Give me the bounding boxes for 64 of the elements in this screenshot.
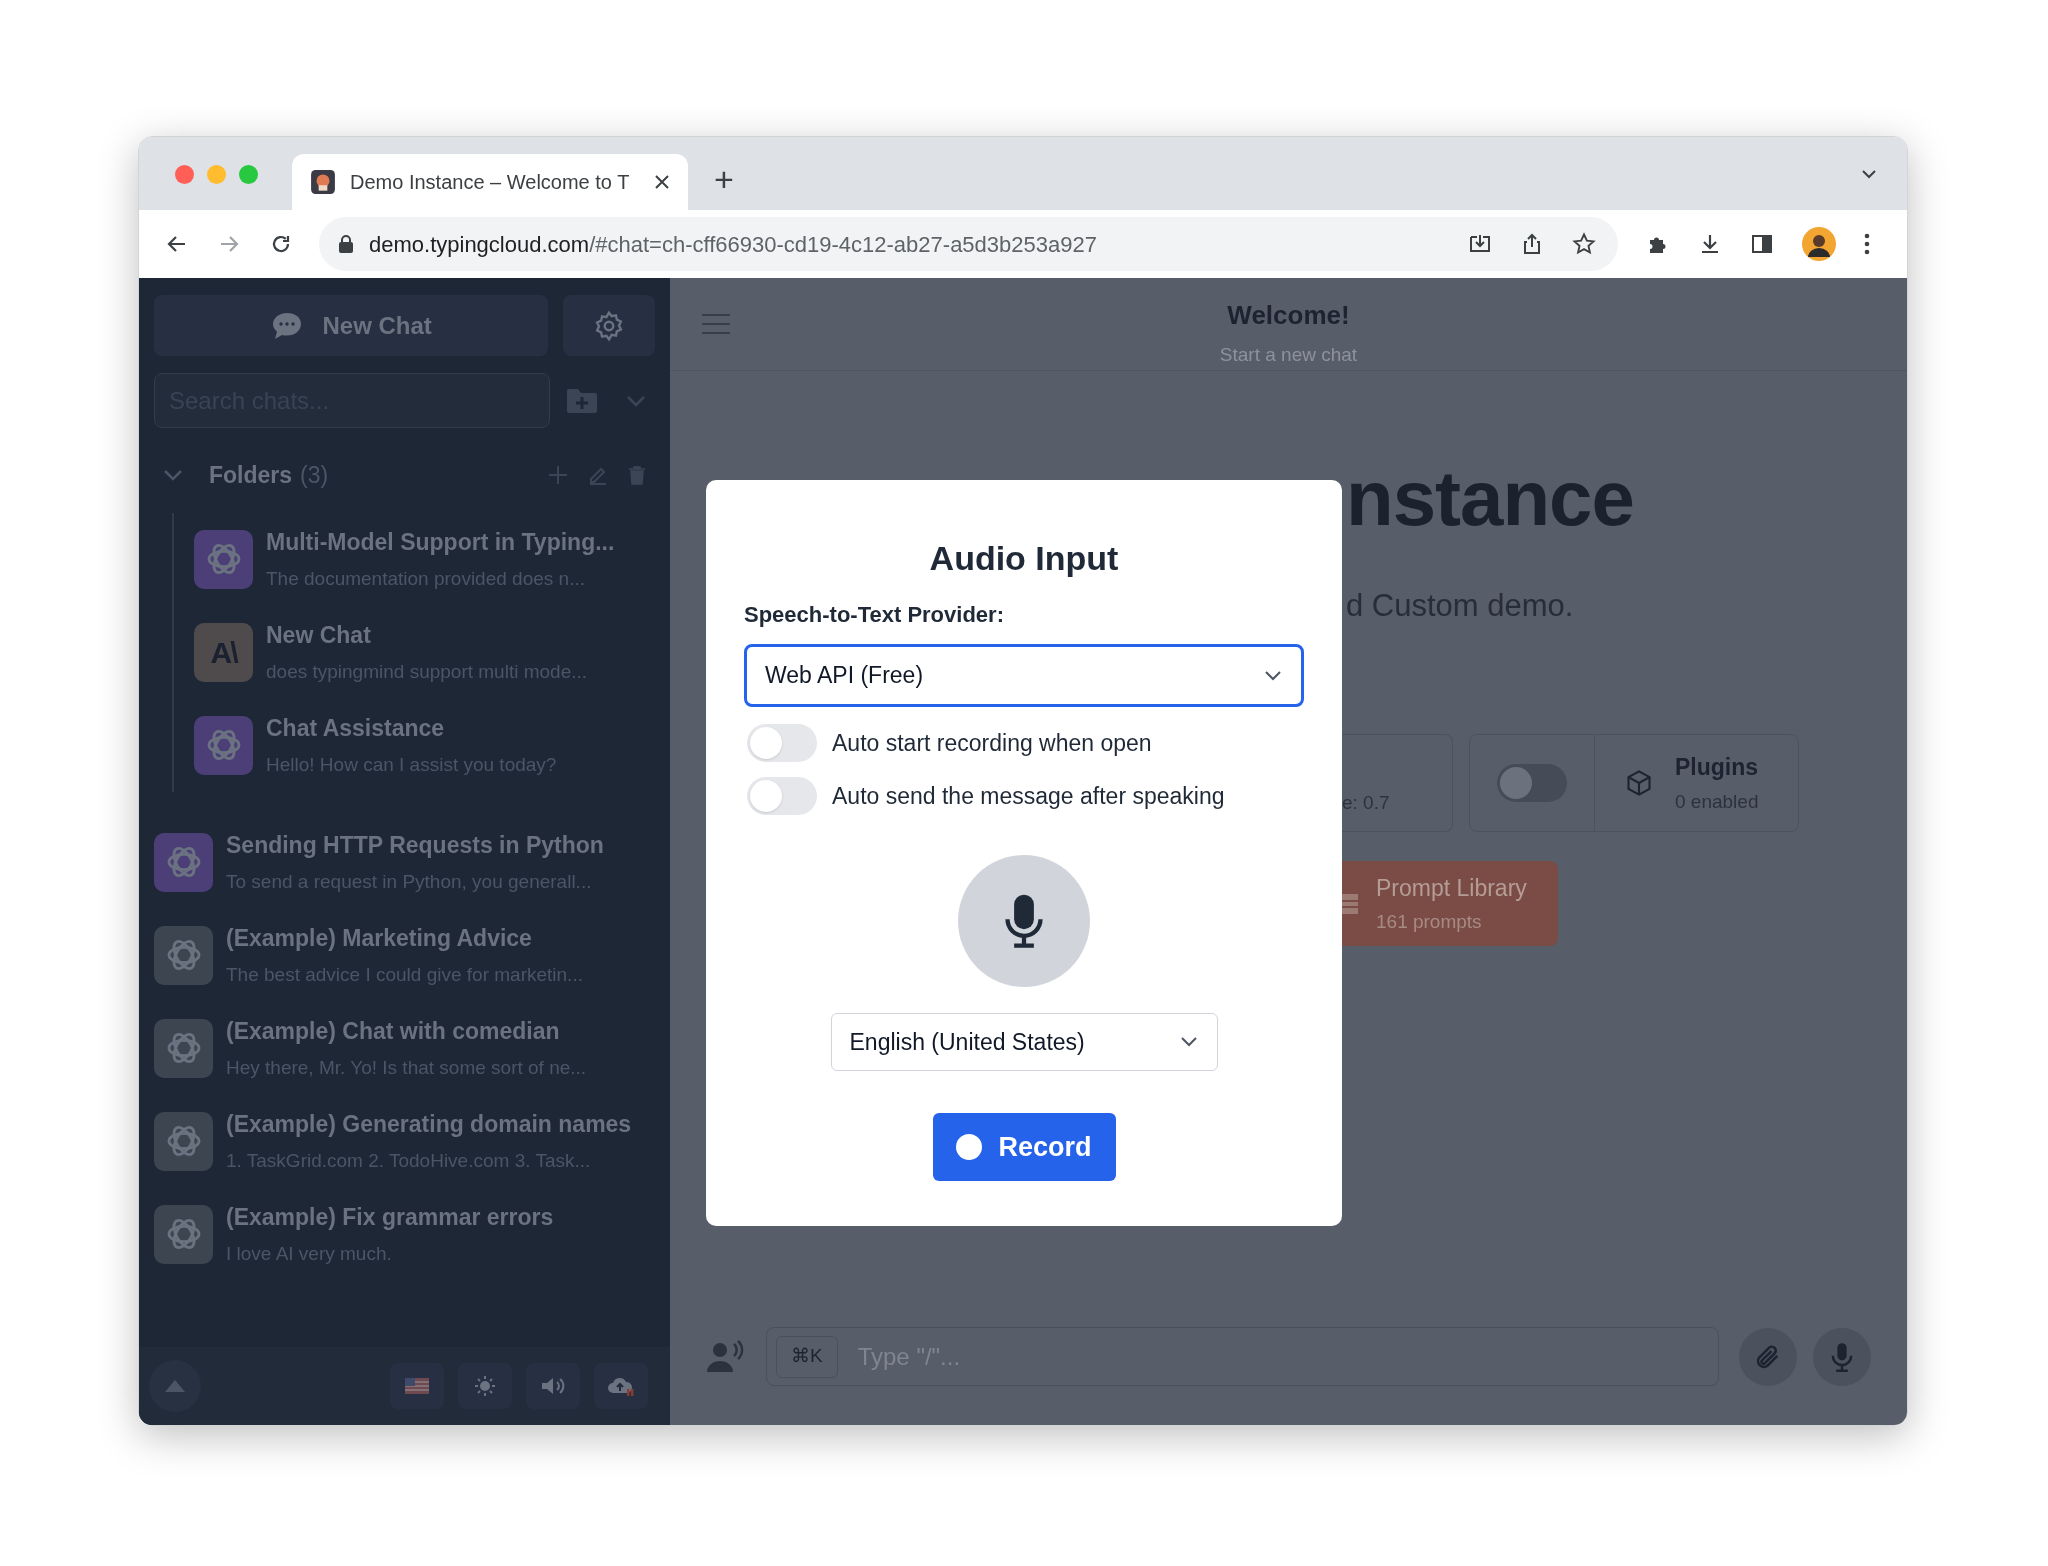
cloud-upload-icon bbox=[607, 1375, 635, 1397]
toggle-switch[interactable] bbox=[747, 724, 817, 762]
card-title: Plugins bbox=[1675, 752, 1759, 782]
chat-title[interactable]: Chat Assistance bbox=[266, 710, 557, 745]
more-icon[interactable] bbox=[1864, 233, 1870, 255]
chevron-down-icon bbox=[1178, 1035, 1199, 1049]
dialog-title: Audio Input bbox=[929, 538, 1119, 579]
favicon-icon bbox=[310, 169, 336, 195]
prompt-library-button[interactable]: Prompt Library 161 prompts bbox=[1342, 861, 1558, 946]
menu-icon[interactable] bbox=[701, 313, 731, 335]
chevron-down-icon bbox=[1263, 668, 1283, 683]
plus-icon[interactable] bbox=[548, 465, 568, 486]
header-title: Welcome! bbox=[1227, 299, 1350, 332]
tab-title: Demo Instance – Welcome to T bbox=[350, 170, 631, 195]
folder-plus-icon[interactable] bbox=[565, 386, 599, 415]
folder-label[interactable]: Folders bbox=[209, 458, 293, 493]
voice-person-icon[interactable] bbox=[706, 1339, 746, 1374]
provider-select[interactable]: Web API (Free) bbox=[744, 644, 1304, 707]
prompt-library-title: Prompt Library bbox=[1376, 874, 1527, 903]
chat-title[interactable]: (Example) Generating domain names bbox=[226, 1106, 632, 1141]
close-icon[interactable] bbox=[654, 174, 670, 190]
address-bar[interactable]: demo.typingcloud.com/#chat=ch-cff66930-cd19-4c12-ab27-a5d3b253a927 bbox=[319, 217, 1618, 271]
url-text: demo.typingcloud.com/#chat=ch-cff66930-cd19-4c12-ab27-a5d3b253a927 bbox=[369, 230, 1098, 259]
profile-avatar-icon[interactable] bbox=[1802, 227, 1836, 261]
plugins-toggle[interactable] bbox=[1497, 764, 1567, 802]
star-icon[interactable] bbox=[1572, 232, 1596, 256]
prompt-library-subtitle: 161 prompts bbox=[1376, 909, 1482, 934]
flag-icon bbox=[403, 1375, 431, 1397]
chat-title[interactable]: Sending HTTP Requests in Python bbox=[226, 827, 604, 862]
cube-icon bbox=[1625, 769, 1653, 797]
speaker-icon bbox=[539, 1375, 567, 1397]
chat-title[interactable]: New Chat bbox=[266, 617, 588, 652]
toggle-switch[interactable] bbox=[747, 777, 817, 815]
field-label: Speech-to-Text Provider: bbox=[744, 601, 1004, 629]
sun-button[interactable] bbox=[458, 1363, 512, 1409]
microphone-icon bbox=[1004, 893, 1044, 949]
record-dot-icon bbox=[956, 1134, 983, 1160]
record-button[interactable]: Record bbox=[932, 1113, 1116, 1181]
chat-title[interactable]: (Example) Fix grammar errors bbox=[226, 1199, 554, 1234]
settings-button[interactable] bbox=[563, 295, 655, 356]
chevron-icon[interactable] bbox=[163, 468, 183, 483]
chat-bubble-icon bbox=[270, 310, 303, 341]
shortcut-key: ⌘K bbox=[776, 1335, 838, 1378]
new-chat-button[interactable]: New Chat bbox=[154, 295, 549, 356]
chat-title[interactable]: (Example) Chat with comedian bbox=[226, 1013, 587, 1048]
new-tab-button[interactable]: + bbox=[714, 162, 734, 196]
language-select[interactable]: English (United States) bbox=[830, 1013, 1218, 1071]
cloud-upload-button[interactable] bbox=[594, 1363, 648, 1409]
toggle-label: Auto send the message after speaking bbox=[832, 781, 1225, 811]
window-control[interactable] bbox=[175, 165, 194, 184]
speaker-button[interactable] bbox=[526, 1363, 580, 1409]
collapse-button[interactable] bbox=[149, 1360, 201, 1412]
hero-title: nstance bbox=[1346, 453, 1634, 544]
pencil-icon[interactable] bbox=[588, 465, 608, 486]
chat-title[interactable]: (Example) Marketing Advice bbox=[226, 920, 583, 955]
trash-icon[interactable] bbox=[628, 465, 646, 486]
toggle-label: Auto start recording when open bbox=[832, 728, 1152, 758]
chat-title[interactable]: Multi-Model Support in Typing... bbox=[266, 524, 615, 559]
lock-icon bbox=[337, 234, 355, 254]
side-panel-icon[interactable] bbox=[1750, 232, 1774, 256]
browser-tab[interactable]: Demo Instance – Welcome to T bbox=[292, 154, 688, 210]
flag-button[interactable] bbox=[390, 1363, 444, 1409]
window-control[interactable] bbox=[239, 165, 258, 184]
triangle-up-icon bbox=[164, 1379, 186, 1393]
